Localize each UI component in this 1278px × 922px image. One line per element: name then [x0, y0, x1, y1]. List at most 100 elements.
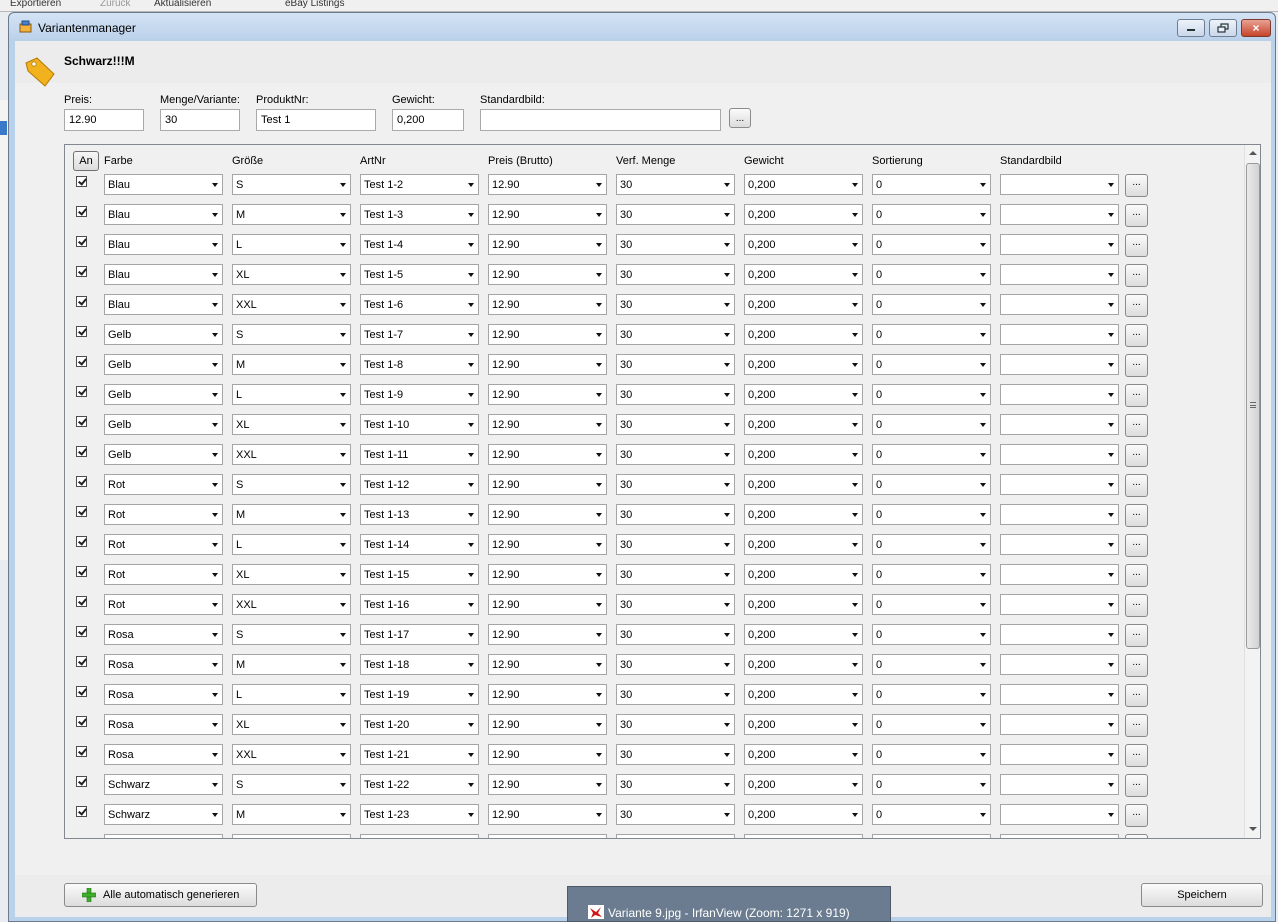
dropdown-arrow-icon[interactable]	[980, 273, 986, 277]
dropdown-arrow-icon[interactable]	[980, 753, 986, 757]
dropdown-arrow-icon[interactable]	[340, 813, 346, 817]
gewicht-combo[interactable]: 0,200	[744, 714, 863, 735]
variant-active-checkbox[interactable]	[76, 266, 87, 277]
farbe-combo[interactable]: Rot	[104, 504, 223, 525]
sortierung-combo[interactable]: 0	[872, 504, 991, 525]
menge-combo[interactable]: 30	[616, 294, 735, 315]
gewicht-combo[interactable]: 0,200	[744, 264, 863, 285]
dropdown-arrow-icon[interactable]	[596, 303, 602, 307]
dropdown-arrow-icon[interactable]	[596, 423, 602, 427]
dropdown-arrow-icon[interactable]	[468, 543, 474, 547]
variant-active-checkbox[interactable]	[76, 326, 87, 337]
dropdown-arrow-icon[interactable]	[212, 333, 218, 337]
dropdown-arrow-icon[interactable]	[212, 543, 218, 547]
gewicht-combo[interactable]: 0,200	[744, 594, 863, 615]
farbe-combo[interactable]: Blau	[104, 174, 223, 195]
dropdown-arrow-icon[interactable]	[980, 213, 986, 217]
dropdown-arrow-icon[interactable]	[852, 303, 858, 307]
dropdown-arrow-icon[interactable]	[340, 663, 346, 667]
background-tab-ebay[interactable]: eBay Listings	[285, 0, 385, 10]
dropdown-arrow-icon[interactable]	[852, 573, 858, 577]
dropdown-arrow-icon[interactable]	[212, 243, 218, 247]
sortierung-combo[interactable]: 0	[872, 534, 991, 555]
variant-active-checkbox[interactable]	[76, 596, 87, 607]
groesse-combo[interactable]: S	[232, 624, 351, 645]
groesse-combo[interactable]: XXL	[232, 444, 351, 465]
dropdown-arrow-icon[interactable]	[468, 753, 474, 757]
menge-combo[interactable]: 30	[616, 204, 735, 225]
dropdown-arrow-icon[interactable]	[724, 483, 730, 487]
dropdown-arrow-icon[interactable]	[1108, 723, 1114, 727]
menge-combo[interactable]	[616, 834, 735, 838]
farbe-combo[interactable]: Gelb	[104, 444, 223, 465]
dropdown-arrow-icon[interactable]	[212, 573, 218, 577]
variant-active-checkbox[interactable]	[76, 686, 87, 697]
variant-active-checkbox[interactable]	[76, 716, 87, 727]
dropdown-arrow-icon[interactable]	[1108, 273, 1114, 277]
dropdown-arrow-icon[interactable]	[468, 603, 474, 607]
dropdown-arrow-icon[interactable]	[852, 423, 858, 427]
gewicht-combo[interactable]: 0,200	[744, 354, 863, 375]
groesse-combo[interactable]: S	[232, 324, 351, 345]
dropdown-arrow-icon[interactable]	[468, 183, 474, 187]
background-tab-export[interactable]: Exportieren	[10, 0, 90, 10]
dropdown-arrow-icon[interactable]	[724, 603, 730, 607]
dropdown-arrow-icon[interactable]	[1108, 243, 1114, 247]
menge-combo[interactable]: 30	[616, 474, 735, 495]
preis-combo[interactable]: 12.90	[488, 414, 607, 435]
background-tab-back[interactable]: Zurück	[100, 0, 140, 10]
variant-active-checkbox[interactable]	[76, 446, 87, 457]
dropdown-arrow-icon[interactable]	[468, 423, 474, 427]
dropdown-arrow-icon[interactable]	[468, 783, 474, 787]
row-browse-button[interactable]: ...	[1125, 384, 1148, 407]
farbe-combo[interactable]: Rosa	[104, 744, 223, 765]
dropdown-arrow-icon[interactable]	[724, 813, 730, 817]
dropdown-arrow-icon[interactable]	[1108, 303, 1114, 307]
variant-active-checkbox[interactable]	[76, 206, 87, 217]
sortierung-combo[interactable]: 0	[872, 264, 991, 285]
sortierung-combo[interactable]: 0	[872, 774, 991, 795]
dropdown-arrow-icon[interactable]	[724, 363, 730, 367]
dropdown-arrow-icon[interactable]	[980, 363, 986, 367]
dropdown-arrow-icon[interactable]	[1108, 573, 1114, 577]
menge-combo[interactable]: 30	[616, 384, 735, 405]
dropdown-arrow-icon[interactable]	[980, 423, 986, 427]
artnr-combo[interactable]: Test 1-21	[360, 744, 479, 765]
dropdown-arrow-icon[interactable]	[852, 333, 858, 337]
artnr-combo[interactable]: Test 1-15	[360, 564, 479, 585]
sortierung-combo[interactable]: 0	[872, 444, 991, 465]
dropdown-arrow-icon[interactable]	[596, 513, 602, 517]
row-browse-button[interactable]: ...	[1125, 804, 1148, 827]
preis-combo[interactable]	[488, 834, 607, 838]
menge-combo[interactable]: 30	[616, 264, 735, 285]
dropdown-arrow-icon[interactable]	[468, 453, 474, 457]
dropdown-arrow-icon[interactable]	[1108, 513, 1114, 517]
dropdown-arrow-icon[interactable]	[340, 603, 346, 607]
row-browse-button[interactable]: ...	[1125, 414, 1148, 437]
dropdown-arrow-icon[interactable]	[852, 363, 858, 367]
farbe-combo[interactable]: Blau	[104, 294, 223, 315]
groesse-combo[interactable]: XL	[232, 714, 351, 735]
menge-combo[interactable]: 30	[616, 534, 735, 555]
farbe-combo[interactable]: Rosa	[104, 654, 223, 675]
menge-combo[interactable]: 30	[616, 804, 735, 825]
sortierung-combo[interactable]: 0	[872, 744, 991, 765]
standardbild-combo[interactable]	[1000, 324, 1119, 345]
row-browse-button[interactable]: ...	[1125, 594, 1148, 617]
variant-active-checkbox[interactable]	[76, 386, 87, 397]
standardbild-combo[interactable]	[1000, 744, 1119, 765]
dropdown-arrow-icon[interactable]	[212, 693, 218, 697]
standardbild-combo[interactable]	[1000, 594, 1119, 615]
dropdown-arrow-icon[interactable]	[724, 573, 730, 577]
dropdown-arrow-icon[interactable]	[596, 363, 602, 367]
sortierung-combo[interactable]: 0	[872, 684, 991, 705]
artnr-combo[interactable]: Test 1-18	[360, 654, 479, 675]
dropdown-arrow-icon[interactable]	[852, 273, 858, 277]
dropdown-arrow-icon[interactable]	[724, 693, 730, 697]
gewicht-combo[interactable]: 0,200	[744, 444, 863, 465]
preis-input[interactable]: 12.90	[64, 109, 144, 131]
taskbar-thumbnail[interactable]: Variante 9.jpg - IrfanView (Zoom: 1271 x…	[567, 886, 891, 922]
dropdown-arrow-icon[interactable]	[1108, 393, 1114, 397]
artnr-combo[interactable]: Test 1-16	[360, 594, 479, 615]
dropdown-arrow-icon[interactable]	[340, 363, 346, 367]
